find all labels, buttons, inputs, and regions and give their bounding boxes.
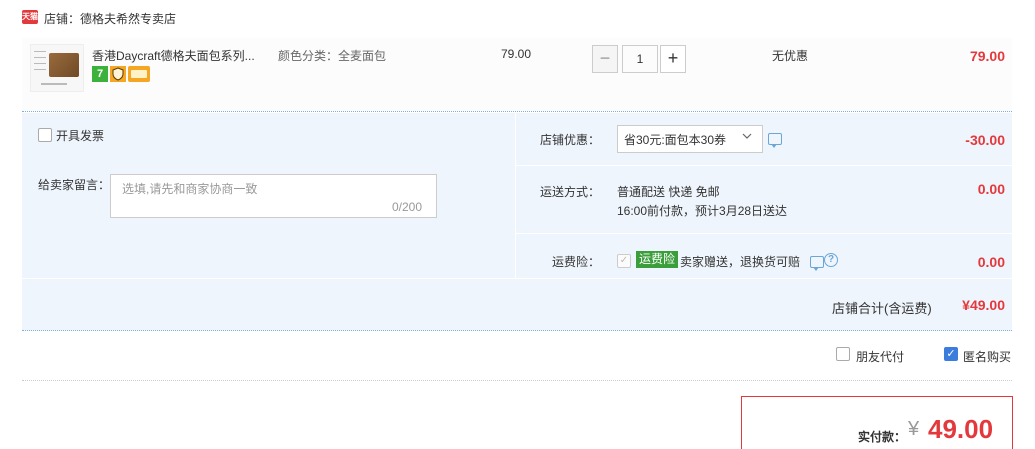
anonymous-purchase-label[interactable]: 匿名购买 [963,348,1011,365]
product-title-link[interactable]: 香港Daycraft德格夫面包系列... [92,47,255,64]
credit-card-icon[interactable] [128,66,150,82]
shipping-method-value: 普通配送 快递 免邮 [617,185,720,199]
actual-payment-amount: 49.00 [928,414,994,444]
seven-day-return-icon[interactable]: 7 [92,66,108,82]
shop-subtotal-amount: ¥49.00 [962,297,1005,313]
coupon-selected-value: 省30元:面包本30券 [624,133,727,147]
friend-pay-checkbox[interactable] [836,347,850,361]
divider [515,113,516,278]
shipping-insurance-checkbox: ✓ [617,254,631,268]
chevron-down-icon [742,133,752,139]
anonymous-purchase-checkbox[interactable]: ✓ [944,347,958,361]
tmall-badge-icon: 天猫 [22,10,38,24]
chat-bubble-icon[interactable] [810,256,824,271]
actual-payment-label: 实付款： [858,430,907,444]
quantity-input[interactable]: 1 [622,45,658,73]
shop-name[interactable]: 店铺：德格夫希然专卖店 [44,10,176,27]
shipping-amount: 0.00 [977,181,1005,197]
currency-symbol: ¥ [908,418,920,440]
shipping-insurance-desc: 卖家赠送，退换货可赔 [680,255,801,269]
divider [22,278,1012,279]
memo-label: 给卖家留言： [38,178,111,192]
shipping-eta: 16:00前付款，预计3月28日送达 [617,204,788,218]
guarantee-shield-icon[interactable] [110,66,126,82]
help-icon[interactable]: ? [824,253,838,267]
decrease-quantity-button[interactable]: − [592,45,618,73]
invoice-label[interactable]: 开具发票 [56,127,104,144]
shipping-insurance-label: 运费险： [552,255,601,269]
shop-subtotal-label: 店铺合计(含运费) [832,301,932,316]
divider [516,233,1012,234]
service-tags: 7 [92,66,152,82]
product-spec: 颜色分类：全麦面包 [278,49,387,63]
increase-quantity-button[interactable]: + [660,45,686,73]
seller-message-char-count: 0/200 [392,200,423,214]
item-line-total: 79.00 [969,48,1005,64]
shipping-method-label: 运送方式： [540,185,601,199]
divider [22,380,1012,381]
friend-pay-label[interactable]: 朋友代付 [856,348,904,365]
invoice-checkbox[interactable] [38,128,52,142]
shop-discount-amount: -30.00 [965,132,1005,148]
shipping-insurance-badge: 运费险 [636,251,679,268]
shop-discount-label: 店铺优惠： [540,133,601,147]
product-thumbnail[interactable] [30,44,84,92]
seller-message-placeholder: 选填,请先和商家协商一致 [122,182,258,196]
chat-bubble-icon[interactable] [768,133,782,148]
unit-price: 79.00 [501,47,532,61]
item-discount-text: 无优惠 [772,49,809,63]
shipping-insurance-amount: 0.00 [977,254,1005,270]
divider [516,165,1012,166]
